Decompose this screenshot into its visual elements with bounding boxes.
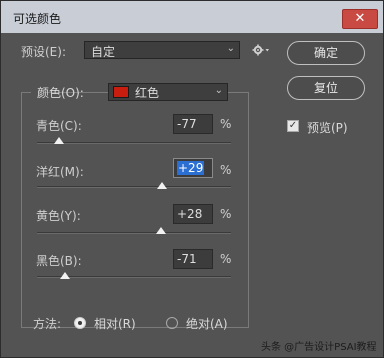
yellow-value: +28 (177, 207, 203, 221)
colors-label: 颜色(O): (37, 86, 84, 100)
watermark: 头条 @广告设计PSAI教程 (261, 342, 377, 353)
reset-button[interactable]: 复位 (287, 76, 365, 100)
chevron-down-icon: ⌄ (226, 43, 235, 54)
yellow-unit: % (220, 207, 232, 221)
preset-label: 预设(E): (21, 45, 66, 59)
colors-header: 颜色(O): (31, 82, 84, 102)
chevron-down-icon: ⌄ (214, 85, 223, 96)
colors-value: 红色 (135, 86, 160, 100)
radio-relative[interactable] (74, 317, 86, 329)
window-title: 可选颜色 (13, 12, 62, 26)
black-unit: % (220, 252, 232, 266)
slider-label-magenta: 洋红(M): (36, 165, 84, 179)
black-input[interactable]: -71 (173, 249, 213, 269)
method-label: 方法: (33, 317, 62, 331)
preview-label: 预览(P) (307, 121, 348, 135)
slider-label-yellow: 黄色(Y): (36, 209, 81, 223)
colors-dropdown[interactable]: 红色 ⌄ (108, 83, 228, 101)
magenta-slider-track[interactable] (37, 186, 231, 188)
slider-label-cyan: 青色(C): (36, 119, 82, 133)
yellow-slider-thumb[interactable] (156, 227, 167, 234)
selective-color-dialog: 可选颜色 ✕ 预设(E): 自定 ⌄ 确定 复位 ✓ 预览(P) 颜色(O): … (0, 0, 384, 358)
color-swatch (113, 86, 129, 98)
title-bar[interactable]: 可选颜色 ✕ (1, 1, 383, 33)
dialog-body: 预设(E): 自定 ⌄ 确定 复位 ✓ 预览(P) 颜色(O): 红色 ⌄ 青色… (1, 33, 383, 357)
radio-relative-label[interactable]: 相对(R) (94, 315, 136, 332)
slider-label-black: 黑色(B): (36, 254, 82, 268)
magenta-slider-thumb[interactable] (157, 182, 168, 189)
black-slider-thumb[interactable] (60, 272, 71, 279)
preset-value: 自定 (91, 45, 116, 59)
magenta-input[interactable]: +29 (173, 158, 213, 178)
gear-icon[interactable] (252, 43, 270, 57)
preset-dropdown[interactable]: 自定 ⌄ (84, 41, 240, 59)
cyan-input[interactable]: -77 (173, 114, 213, 134)
ok-button[interactable]: 确定 (287, 41, 365, 65)
cyan-value: -77 (177, 117, 197, 131)
cyan-unit: % (220, 117, 232, 131)
preview-checkbox[interactable]: ✓ (287, 120, 299, 132)
cyan-slider-thumb[interactable] (54, 137, 65, 144)
magenta-value: +29 (177, 161, 205, 175)
magenta-unit: % (220, 163, 232, 177)
yellow-slider-track[interactable] (37, 232, 231, 234)
radio-absolute-label[interactable]: 绝对(A) (186, 315, 228, 332)
radio-absolute[interactable] (166, 317, 178, 329)
cyan-slider-track[interactable] (37, 142, 231, 144)
yellow-input[interactable]: +28 (173, 204, 213, 224)
black-value: -71 (177, 252, 197, 266)
close-button[interactable]: ✕ (342, 9, 378, 29)
close-icon: ✕ (354, 11, 366, 26)
